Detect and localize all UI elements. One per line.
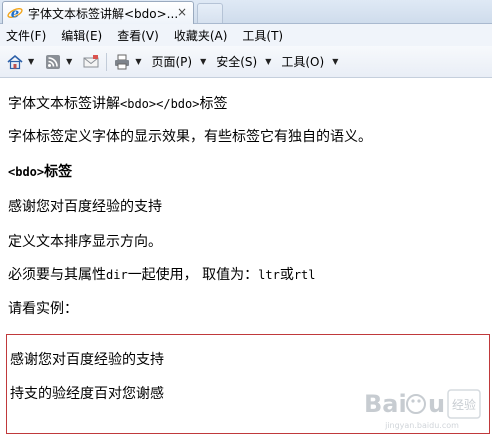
example-normal-text: 感谢您对百度经验的支持 <box>10 352 164 368</box>
section-heading: <bdo>标签 <box>8 161 72 181</box>
home-dropdown-icon[interactable]: ▼ <box>28 57 34 66</box>
print-icon[interactable] <box>113 53 131 71</box>
tools-dropdown-icon[interactable]: ▼ <box>332 57 338 66</box>
menu-favorites[interactable]: 收藏夹(A) <box>174 27 228 44</box>
safety-dropdown-icon[interactable]: ▼ <box>265 57 271 66</box>
paragraph-attribute: 必须要与其属性dir一起使用， 取值为：ltr或rtl <box>8 264 316 284</box>
home-icon[interactable] <box>6 53 24 71</box>
print-dropdown-icon[interactable]: ▼ <box>135 57 141 66</box>
attribute-middle: 一起使用， 取值为： <box>127 267 259 283</box>
paragraph-description: 定义文本排序显示方向。 <box>8 234 162 250</box>
svg-text:e: e <box>11 7 19 22</box>
tab-title: 字体文本标签讲解<bdo>... <box>28 6 178 21</box>
page-dropdown-icon[interactable]: ▼ <box>200 57 206 66</box>
svg-text:jingyan.baidu.com: jingyan.baidu.com <box>384 421 459 430</box>
paragraph-thanks: 感谢您对百度经验的支持 <box>8 199 162 215</box>
tab-active[interactable]: e 字体文本标签讲解<bdo>... × <box>2 1 194 24</box>
toolbar-separator <box>106 52 108 71</box>
intro-paragraph: 字体标签定义字体的显示效果，有些标签它有独自的语义。 <box>8 129 372 145</box>
menu-tools[interactable]: 工具(T) <box>242 27 283 44</box>
svg-text:Bai: Bai <box>364 390 407 418</box>
tab-strip: e 字体文本标签讲解<bdo>... × <box>0 0 492 24</box>
title-code: <bdo></bdo> <box>120 97 200 111</box>
page-menu-button[interactable]: 页面(P) <box>151 53 192 70</box>
paragraph-example-intro: 请看实例： <box>8 301 78 317</box>
menu-bar: 文件(F) 编辑(E) 查看(V) 收藏夹(A) 工具(T) <box>0 24 492 46</box>
svg-text:经验: 经验 <box>452 397 476 412</box>
title-text: 字体文本标签讲解 <box>8 96 120 112</box>
safety-menu-button[interactable]: 安全(S) <box>216 53 257 70</box>
attribute-or: 或 <box>279 267 294 283</box>
title-suffix: 标签 <box>199 96 228 112</box>
rss-feed-icon[interactable] <box>44 53 62 71</box>
feed-dropdown-icon[interactable]: ▼ <box>66 57 72 66</box>
heading-code: <bdo> <box>8 165 45 179</box>
new-tab-button[interactable] <box>197 3 223 23</box>
attribute-dir-code: dir <box>106 268 128 282</box>
attribute-ltr-code: ltr <box>258 268 280 282</box>
tools-menu-button[interactable]: 工具(O) <box>281 53 324 70</box>
baidu-watermark-logo: Bai u 经验 jingyan.baidu.com <box>358 382 486 432</box>
ie-logo-icon: e <box>7 5 23 22</box>
attribute-prefix: 必须要与其属性 <box>8 267 106 283</box>
menu-view[interactable]: 查看(V) <box>117 27 159 44</box>
mail-icon[interactable] <box>82 53 100 71</box>
command-bar: ▼ ▼ ▼ 页面(P) ▼ 安全(S) ▼ 工具(O) ▼ <box>0 46 492 78</box>
heading-suffix: 标签 <box>44 164 73 180</box>
menu-edit[interactable]: 编辑(E) <box>61 27 102 44</box>
svg-text:u: u <box>428 390 445 418</box>
attribute-rtl-code: rtl <box>293 268 316 282</box>
example-reversed-text: 持支的验经度百对您谢感 <box>10 386 164 402</box>
menu-file[interactable]: 文件(F) <box>6 27 46 44</box>
content-title: 字体文本标签讲解<bdo></bdo>标签 <box>8 93 227 113</box>
tab-close-icon[interactable]: × <box>175 6 189 20</box>
